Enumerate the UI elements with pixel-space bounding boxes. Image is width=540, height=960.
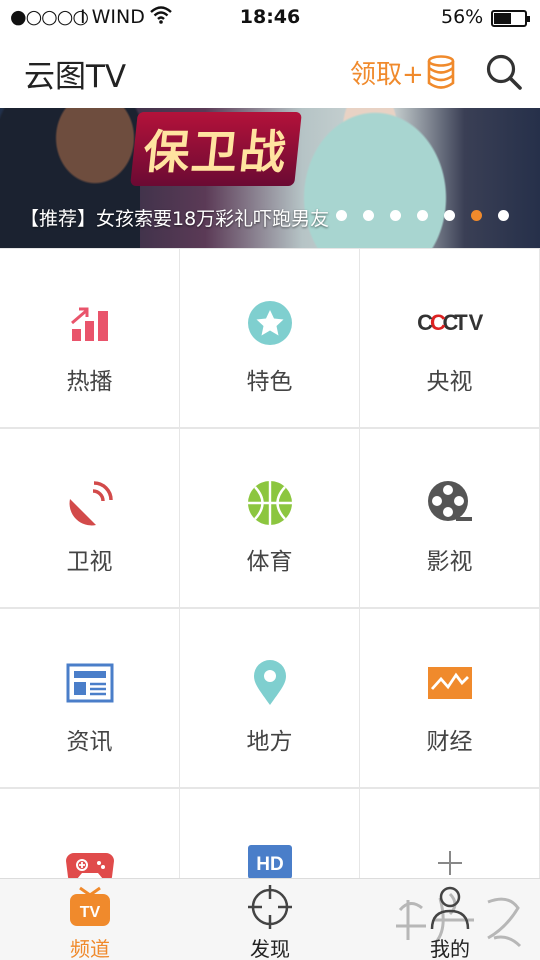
- tv-icon: TV: [68, 885, 112, 929]
- category-tile[interactable]: [360, 789, 539, 878]
- app-header: 云图TV 领取+: [0, 36, 540, 108]
- category-label: 影视: [426, 549, 473, 575]
- banner-dot[interactable]: [336, 210, 347, 221]
- banner-dot[interactable]: [471, 210, 482, 221]
- category-grid: 热播 特色 C C T V C 央视 卫视 体育 影视 资讯 地方 财经 HD: [0, 248, 540, 878]
- banner-dot[interactable]: [363, 210, 374, 221]
- basketball-icon: [246, 479, 294, 527]
- coin-stack-icon: [427, 55, 455, 89]
- bottom-tab-bar: TV 频道 发现 我的: [0, 878, 540, 960]
- category-label: 地方: [246, 729, 293, 755]
- category-label: 热播: [66, 369, 113, 395]
- category-tile[interactable]: 资讯: [0, 609, 179, 787]
- svg-text:V: V: [469, 310, 484, 335]
- featured-banner[interactable]: 保卫战 【推荐】女孩索要18万彩礼吓跑男友: [0, 108, 540, 248]
- svg-text:C: C: [417, 310, 433, 335]
- banner-dot[interactable]: [417, 210, 428, 221]
- gamepad-icon: [66, 839, 114, 878]
- category-label: 央视: [426, 369, 473, 395]
- banner-dot[interactable]: [390, 210, 401, 221]
- banner-dot[interactable]: [444, 210, 455, 221]
- tab-label: 发现: [250, 937, 290, 960]
- svg-text:HD: HD: [256, 854, 283, 875]
- category-label: 资讯: [66, 729, 113, 755]
- banner-show-logo: 保卫战: [130, 112, 302, 186]
- category-tile[interactable]: 卫视: [0, 429, 179, 607]
- category-tile[interactable]: 体育: [180, 429, 359, 607]
- star-icon: [246, 299, 294, 347]
- tab-tv[interactable]: TV 频道: [0, 879, 180, 960]
- tab-crosshair[interactable]: 发现: [180, 879, 360, 960]
- battery-icon: [491, 10, 530, 27]
- category-tile[interactable]: 财经: [360, 609, 539, 787]
- trending-bars-icon: [66, 299, 114, 347]
- category-label: 卫视: [66, 549, 113, 575]
- crosshair-icon: [248, 885, 292, 929]
- tab-label: 频道: [70, 937, 110, 960]
- user-icon: [428, 885, 472, 930]
- film-reel-icon: [426, 479, 474, 527]
- category-label: 体育: [246, 549, 293, 575]
- banner-dot[interactable]: [498, 210, 509, 221]
- svg-text:TV: TV: [80, 904, 101, 921]
- banner-caption: 【推荐】女孩索要18万彩礼吓跑男友: [20, 208, 330, 230]
- tab-user[interactable]: 我的: [360, 879, 540, 960]
- stock-chart-icon: [426, 659, 474, 707]
- cctv-logo-icon: CCTVC: [417, 299, 484, 347]
- battery-percentage: 56%: [441, 6, 484, 28]
- plus-icon: [426, 839, 474, 878]
- category-tile[interactable]: HD: [180, 789, 359, 878]
- status-bar: ●○○○○ I WIND 18:46 56%: [0, 0, 540, 36]
- claim-label: 领取+: [350, 59, 424, 90]
- location-pin-icon: [246, 659, 294, 707]
- category-label: 财经: [426, 729, 473, 755]
- newspaper-icon: [66, 659, 114, 707]
- category-tile[interactable]: 影视: [360, 429, 539, 607]
- svg-text:T: T: [454, 310, 468, 335]
- tab-label: 我的: [430, 937, 470, 960]
- category-label: 特色: [246, 369, 293, 395]
- category-tile[interactable]: 特色: [180, 249, 359, 427]
- app-title: 云图TV: [24, 59, 127, 95]
- category-tile[interactable]: [0, 789, 179, 878]
- satellite-dish-icon: [66, 479, 114, 527]
- search-icon[interactable]: [484, 52, 524, 92]
- category-tile[interactable]: C C T V C 央视: [360, 249, 539, 427]
- category-tile[interactable]: 地方: [180, 609, 359, 787]
- category-tile[interactable]: 热播: [0, 249, 179, 427]
- claim-coins-button[interactable]: 领取+: [350, 50, 456, 94]
- hd-icon: HD: [246, 839, 294, 878]
